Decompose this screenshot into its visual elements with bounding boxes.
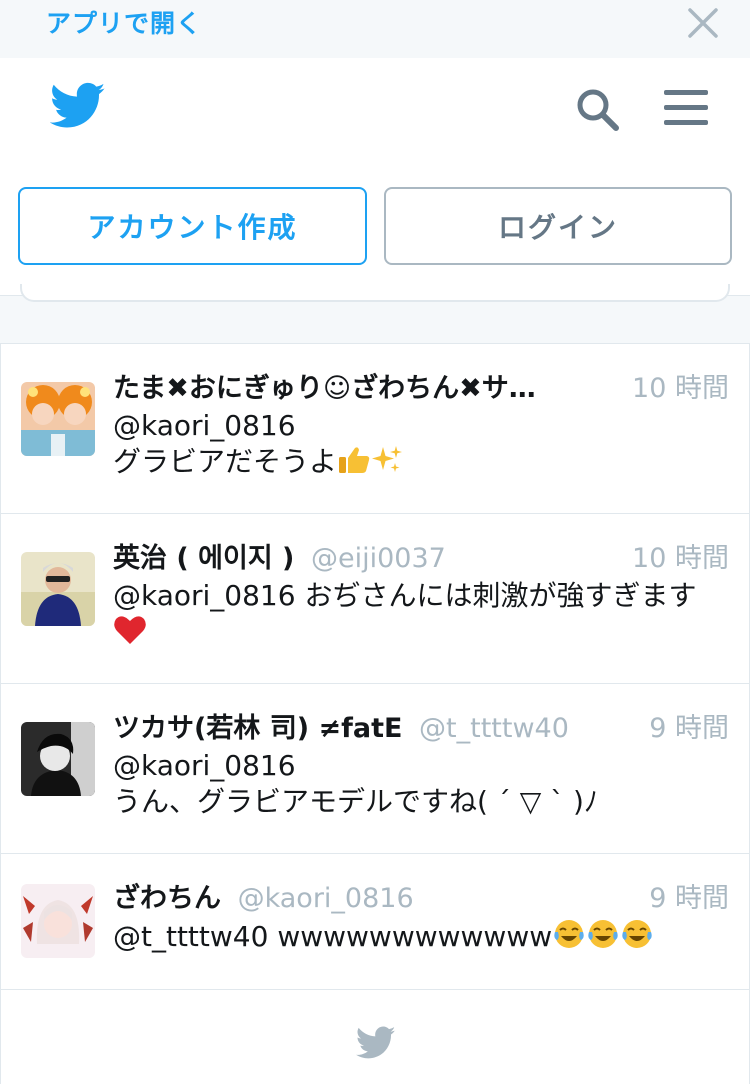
tweet[interactable]: ツカサ(若林 司) ≠fatE @t_ttttw40 9 時間 @kaori_0… [1, 683, 749, 853]
tweet-timestamp[interactable]: 10 時間 [632, 536, 729, 575]
tweet[interactable]: たま✖おにぎゅり☺ざわちん✖サ… 10 時間 @kaori_0816 グラビアだ… [1, 343, 749, 513]
reply-mention[interactable]: @kaori_0816 [113, 409, 296, 442]
thumbs-up-icon [339, 447, 370, 473]
tweet-body-text: おぢさんには刺激が強すぎます [295, 579, 697, 612]
search-icon[interactable] [574, 86, 620, 132]
signup-button[interactable]: アカウント作成 [18, 187, 367, 265]
tweet-timeline: たま✖おにぎゅり☺ざわちん✖サ… 10 時間 @kaori_0816 グラビアだ… [0, 343, 750, 989]
search-box-remnant [20, 284, 730, 302]
tweet-timestamp[interactable]: 10 時間 [632, 366, 729, 405]
top-navigation [0, 58, 750, 166]
red-heart-icon [114, 616, 146, 644]
reply-mention[interactable]: @kaori_0816 [113, 749, 296, 782]
twitter-bird-icon[interactable] [356, 1026, 396, 1060]
tweet-text: @t_ttttw40 wwwwwwwwwwww [113, 918, 733, 955]
reply-mention[interactable]: @t_ttttw40 [113, 920, 268, 953]
author-name[interactable]: ざわちん [113, 883, 221, 914]
sparkles-icon [372, 446, 403, 472]
tears-of-joy-icon [588, 920, 618, 948]
author-handle[interactable]: @t_ttttw40 [419, 713, 569, 744]
tweet[interactable]: 英治 ( 에이지 ) @eiji0037 10 時間 @kaori_0816 お… [1, 513, 749, 683]
timeline-footer [0, 989, 750, 1084]
tweet[interactable]: ざわちん @kaori_0816 9 時間 @t_ttttw40 wwwwwww… [1, 853, 749, 989]
hamburger-menu-icon[interactable] [662, 86, 710, 130]
reply-mention[interactable]: @kaori_0816 [113, 579, 296, 612]
tweet-header: ざわちん @kaori_0816 [113, 876, 603, 916]
avatar[interactable] [21, 382, 95, 456]
tweet-body-text: wwwwwwwwwwww [268, 920, 553, 953]
tweet-body-text: うん、グラビアモデルですね( ´ ▽ ` )ﾉ [113, 785, 598, 818]
close-icon[interactable] [686, 6, 720, 40]
author-handle[interactable]: @eiji0037 [311, 543, 446, 574]
open-in-app-link[interactable]: アプリで開く [46, 4, 202, 40]
tears-of-joy-icon [622, 920, 652, 948]
tweet-header: たま✖おにぎゅり☺ざわちん✖サ… [113, 366, 603, 406]
author-name[interactable]: ツカサ(若林 司) ≠fatE [113, 713, 402, 744]
tweet-header: 英治 ( 에이지 ) @eiji0037 [113, 536, 603, 576]
timeline-separator [0, 284, 750, 343]
tweet-timestamp[interactable]: 9 時間 [649, 876, 729, 915]
tweet-timestamp[interactable]: 9 時間 [649, 706, 729, 745]
author-name[interactable]: 英治 ( 에이지 ) [113, 543, 294, 574]
twitter-bird-icon[interactable] [50, 82, 106, 130]
app-banner: アプリで開く [0, 0, 750, 58]
author-handle[interactable]: @kaori_0816 [238, 883, 414, 914]
avatar[interactable] [21, 884, 95, 958]
avatar[interactable] [21, 552, 95, 626]
tears-of-joy-icon [554, 920, 584, 948]
tweet-text: @kaori_0816 おぢさんには刺激が強すぎます [113, 578, 733, 651]
tweet-header: ツカサ(若林 司) ≠fatE @t_ttttw40 [113, 706, 603, 746]
tweet-body-text: グラビアだそうよ [113, 445, 338, 478]
author-name[interactable]: たま✖おにぎゅり☺ざわちん✖サ… [113, 373, 536, 404]
tweet-text: @kaori_0816 グラビアだそうよ [113, 408, 733, 480]
tweet-text: @kaori_0816 うん、グラビアモデルですね( ´ ▽ ` )ﾉ [113, 748, 733, 820]
avatar[interactable] [21, 722, 95, 796]
login-button[interactable]: ログイン [384, 187, 732, 265]
